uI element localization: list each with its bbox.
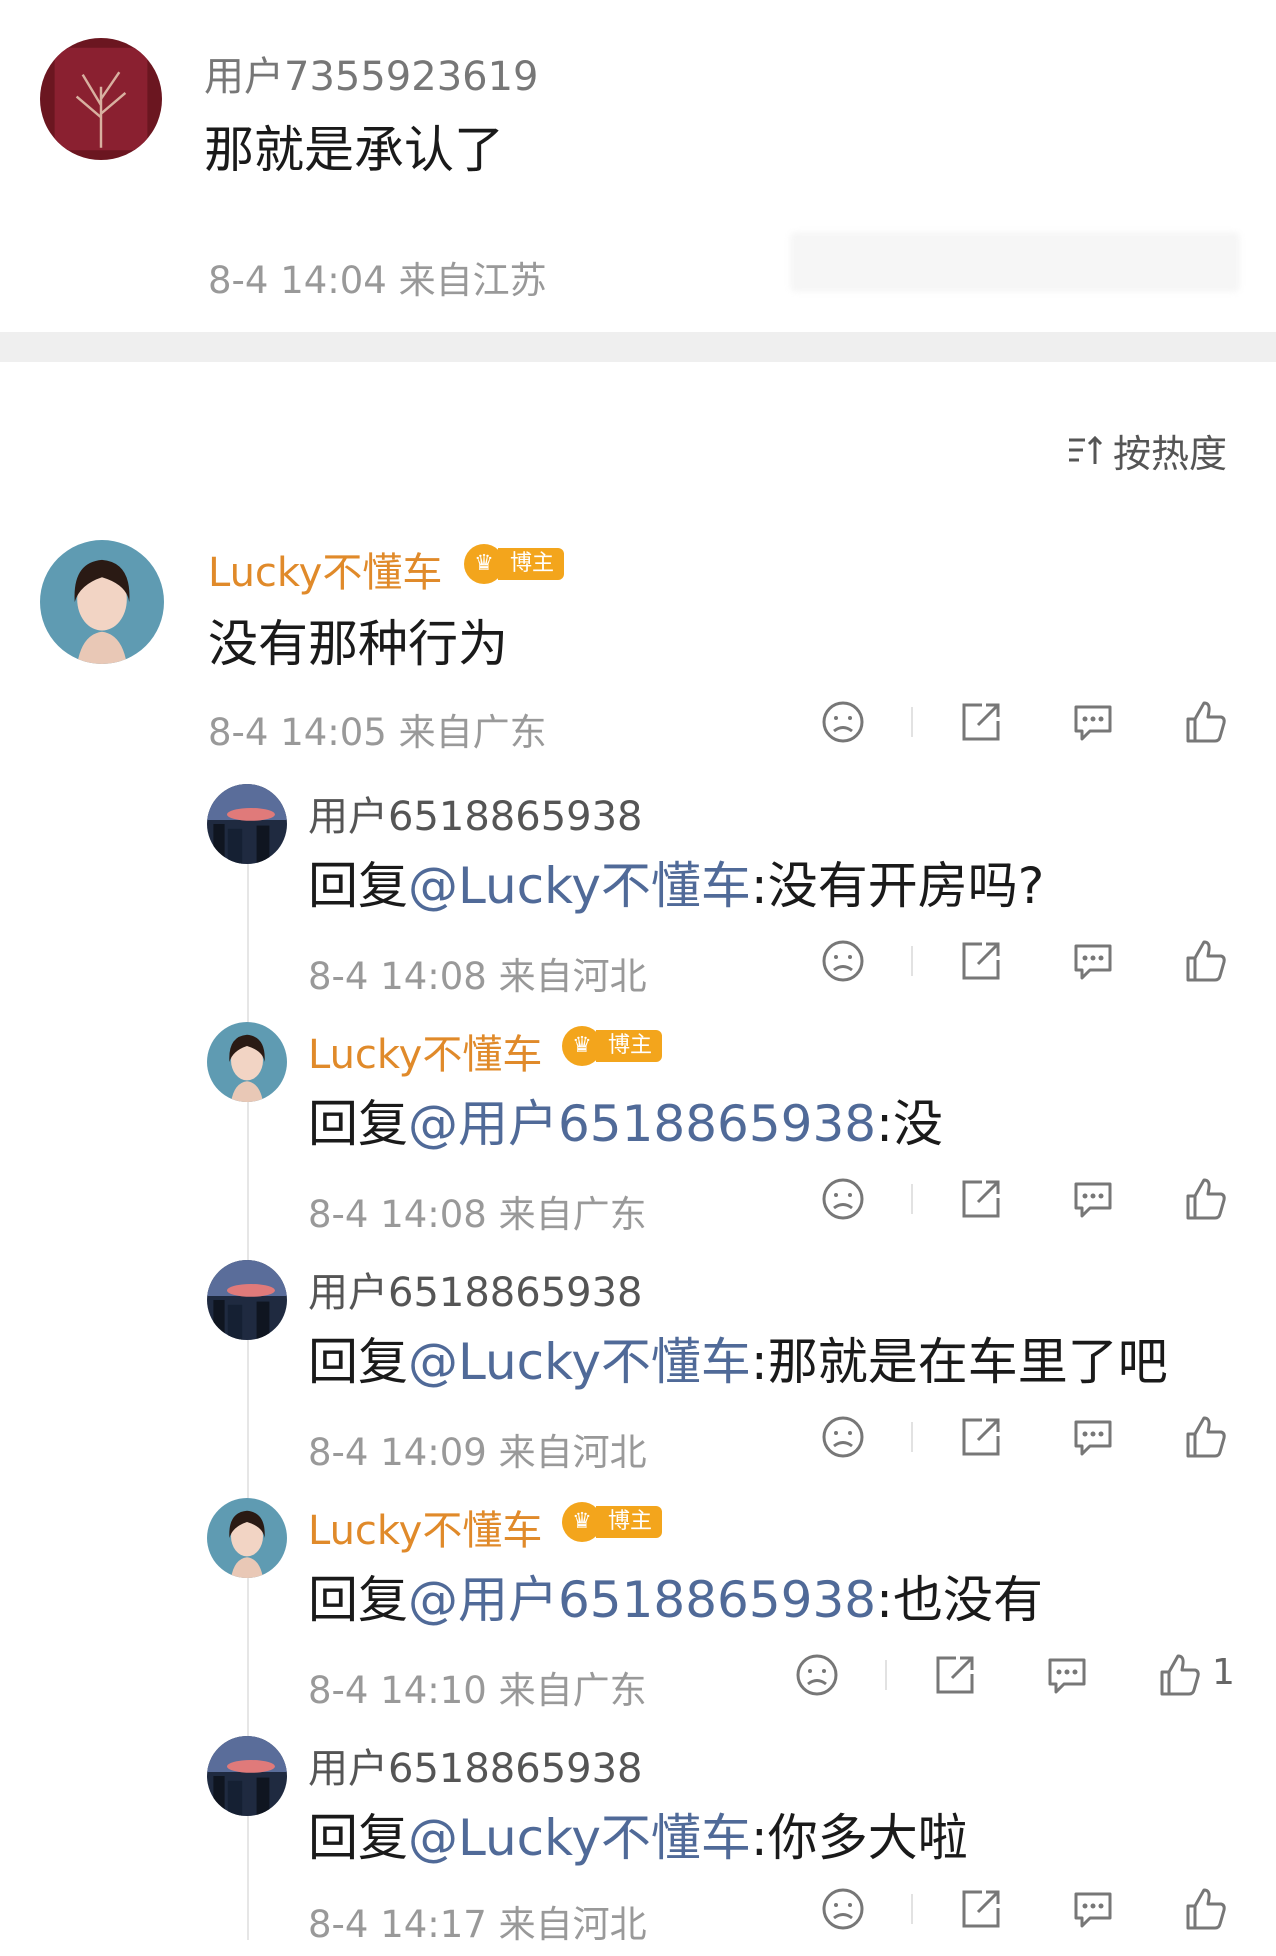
- like-icon[interactable]: [1180, 1884, 1230, 1934]
- comment-meta: 8-4 14:09 来自河北: [308, 1431, 647, 1474]
- username[interactable]: 用户6518865938: [308, 1260, 643, 1318]
- avatar[interactable]: [207, 1498, 287, 1578]
- divider: [911, 1184, 913, 1214]
- divider: [911, 946, 913, 976]
- username[interactable]: 用户6518865938: [308, 1736, 643, 1794]
- comment-actions: [818, 1412, 1238, 1462]
- divider: [885, 1660, 887, 1690]
- comment-actions: [818, 936, 1238, 986]
- comment-meta: 8-4 14:10 来自广东: [308, 1669, 647, 1712]
- sort-icon: [1065, 430, 1105, 470]
- comment-text: 那就是承认了: [204, 121, 504, 179]
- section-divider: [0, 332, 1276, 362]
- divider: [911, 707, 913, 737]
- mention-link[interactable]: @Lucky不懂车: [408, 1809, 751, 1867]
- avatar[interactable]: [40, 540, 164, 664]
- comment-icon[interactable]: [1068, 1174, 1118, 1224]
- mention-link[interactable]: @Lucky不懂车: [408, 1333, 751, 1391]
- blogger-badge: ♛ 博主: [562, 1502, 663, 1542]
- comment-icon[interactable]: [1042, 1650, 1092, 1700]
- mention-link[interactable]: @用户6518865938: [408, 1571, 876, 1629]
- mention-link[interactable]: @Lucky不懂车: [408, 857, 751, 915]
- comment-actions: [818, 697, 1238, 747]
- share-icon[interactable]: [956, 697, 1006, 747]
- comment-meta: 8-4 14:05 来自广东: [208, 711, 547, 754]
- blogger-badge: ♛ 博主: [562, 1026, 663, 1066]
- comment-meta: 8-4 14:08 来自河北: [308, 955, 647, 998]
- like-icon[interactable]: [1180, 697, 1230, 747]
- share-icon[interactable]: [930, 1650, 980, 1700]
- reply-text: 回复@Lucky不懂车:没有开房吗?: [308, 857, 1045, 915]
- mention-link[interactable]: @用户6518865938: [408, 1095, 876, 1153]
- share-icon[interactable]: [956, 1412, 1006, 1462]
- like-icon[interactable]: [1180, 936, 1230, 986]
- reply-text: 回复@用户6518865938:也没有: [308, 1571, 1043, 1629]
- comment-meta: 8-4 14:04 来自江苏: [208, 259, 547, 302]
- share-icon[interactable]: [956, 1884, 1006, 1934]
- like-icon[interactable]: [1154, 1650, 1204, 1700]
- dislike-icon[interactable]: [818, 1174, 868, 1224]
- dislike-icon[interactable]: [818, 1884, 868, 1934]
- sort-label: 按热度: [1113, 431, 1228, 476]
- username[interactable]: 用户7355923619: [204, 44, 539, 102]
- reply-text: 回复@Lucky不懂车:那就是在车里了吧: [308, 1333, 1168, 1391]
- comment-meta: 8-4 14:17 来自河北: [308, 1903, 647, 1946]
- avatar[interactable]: [207, 784, 287, 864]
- avatar[interactable]: [40, 38, 162, 160]
- avatar[interactable]: [207, 1736, 287, 1816]
- comment-actions: [818, 1884, 1238, 1934]
- comment-icon[interactable]: [1068, 697, 1118, 747]
- comment-icon[interactable]: [1068, 1412, 1118, 1462]
- username[interactable]: Lucky不懂车: [308, 1498, 542, 1556]
- dislike-icon[interactable]: [818, 1412, 868, 1462]
- like-count: 1: [1212, 1652, 1235, 1693]
- sort-button[interactable]: 按热度: [1065, 425, 1228, 476]
- reply-text: 回复@Lucky不懂车:你多大啦: [308, 1809, 968, 1867]
- comment-icon[interactable]: [1068, 1884, 1118, 1934]
- avatar[interactable]: [207, 1260, 287, 1340]
- comment-actions: 1: [792, 1650, 1235, 1700]
- dislike-icon[interactable]: [792, 1650, 842, 1700]
- divider: [911, 1894, 913, 1924]
- username[interactable]: 用户6518865938: [308, 784, 643, 842]
- comment-meta: 8-4 14:08 来自广东: [308, 1193, 647, 1236]
- comment-icon[interactable]: [1068, 936, 1118, 986]
- dislike-icon[interactable]: [818, 697, 868, 747]
- blurred-actions: [790, 232, 1240, 292]
- dislike-icon[interactable]: [818, 936, 868, 986]
- reply-text: 回复@用户6518865938:没: [308, 1095, 943, 1153]
- blogger-badge: ♛ 博主: [464, 544, 565, 584]
- comment-actions: [818, 1174, 1238, 1224]
- share-icon[interactable]: [956, 936, 1006, 986]
- divider: [911, 1422, 913, 1452]
- like-icon[interactable]: [1180, 1174, 1230, 1224]
- avatar[interactable]: [207, 1022, 287, 1102]
- username[interactable]: Lucky不懂车: [308, 1022, 542, 1080]
- comment-text: 没有那种行为: [208, 615, 508, 673]
- username[interactable]: Lucky不懂车: [208, 540, 442, 598]
- share-icon[interactable]: [956, 1174, 1006, 1224]
- like-icon[interactable]: [1180, 1412, 1230, 1462]
